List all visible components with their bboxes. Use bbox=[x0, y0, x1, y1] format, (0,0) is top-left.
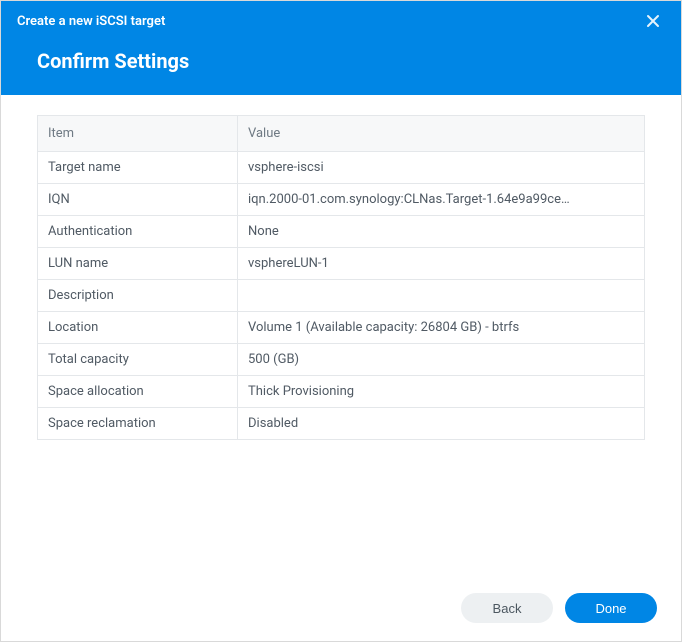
cell-item: Authentication bbox=[38, 216, 238, 248]
create-iscsi-target-dialog: Create a new iSCSI target Confirm Settin… bbox=[0, 0, 682, 642]
table-row: Space reclamation Disabled bbox=[38, 408, 645, 440]
table-row: Description bbox=[38, 280, 645, 312]
done-button[interactable]: Done bbox=[565, 593, 657, 623]
cell-item: Space allocation bbox=[38, 376, 238, 408]
table-row: IQN iqn.2000-01.com.synology:CLNas.Targe… bbox=[38, 184, 645, 216]
table-row: Target name vsphere-iscsi bbox=[38, 152, 645, 184]
cell-value: vsphere-iscsi bbox=[238, 152, 645, 184]
column-header-item: Item bbox=[38, 116, 238, 152]
table-row: LUN name vsphereLUN-1 bbox=[38, 248, 645, 280]
column-header-value: Value bbox=[238, 116, 645, 152]
close-icon[interactable] bbox=[641, 9, 665, 33]
dialog-subtitle: Confirm Settings bbox=[1, 37, 681, 95]
dialog-header: Create a new iSCSI target Confirm Settin… bbox=[1, 1, 681, 95]
cell-value: iqn.2000-01.com.synology:CLNas.Target-1.… bbox=[238, 184, 645, 216]
table-row: Location Volume 1 (Available capacity: 2… bbox=[38, 312, 645, 344]
cell-value: vsphereLUN-1 bbox=[238, 248, 645, 280]
dialog-title: Create a new iSCSI target bbox=[17, 14, 165, 29]
dialog-content: Item Value Target name vsphere-iscsi IQN… bbox=[1, 95, 681, 579]
back-button[interactable]: Back bbox=[461, 593, 553, 623]
table-row: Total capacity 500 (GB) bbox=[38, 344, 645, 376]
cell-item: IQN bbox=[38, 184, 238, 216]
cell-value: 500 (GB) bbox=[238, 344, 645, 376]
cell-item: Space reclamation bbox=[38, 408, 238, 440]
cell-value: Thick Provisioning bbox=[238, 376, 645, 408]
cell-value: None bbox=[238, 216, 645, 248]
cell-item: Location bbox=[38, 312, 238, 344]
table-row: Space allocation Thick Provisioning bbox=[38, 376, 645, 408]
table-row: Authentication None bbox=[38, 216, 645, 248]
titlebar: Create a new iSCSI target bbox=[1, 1, 681, 37]
settings-table: Item Value Target name vsphere-iscsi IQN… bbox=[37, 115, 645, 440]
cell-item: Description bbox=[38, 280, 238, 312]
cell-value bbox=[238, 280, 645, 312]
cell-value: Disabled bbox=[238, 408, 645, 440]
x-icon bbox=[646, 14, 660, 28]
cell-item: LUN name bbox=[38, 248, 238, 280]
table-header-row: Item Value bbox=[38, 116, 645, 152]
cell-value: Volume 1 (Available capacity: 26804 GB) … bbox=[238, 312, 645, 344]
dialog-footer: Back Done bbox=[1, 579, 681, 641]
cell-item: Target name bbox=[38, 152, 238, 184]
cell-item: Total capacity bbox=[38, 344, 238, 376]
